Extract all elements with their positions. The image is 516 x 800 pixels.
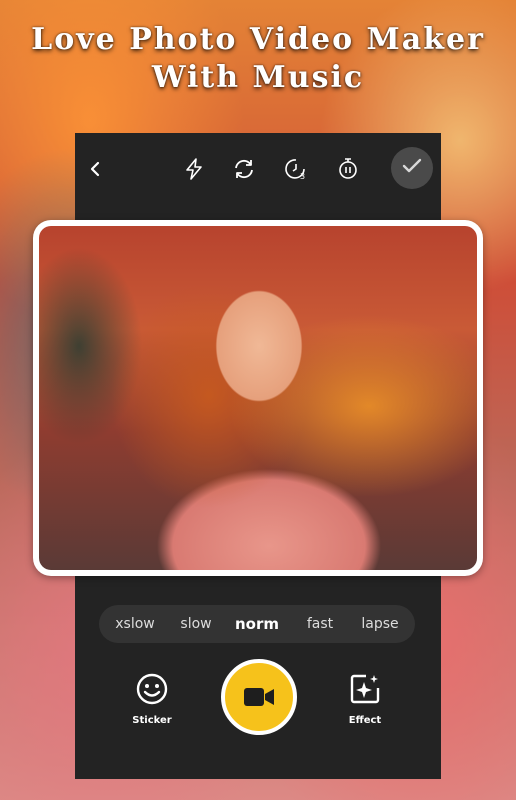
banner-title-line1: Love Photo Video Maker [31,22,485,57]
effect-label: Effect [348,715,382,726]
timer-3-icon[interactable]: 3 [282,155,310,183]
sticker-label: Sticker [132,715,172,726]
camera-toolbar: 3 [75,133,441,205]
svg-text:3: 3 [300,172,305,181]
effect-button[interactable]: Effect [330,673,400,726]
speed-selector: xslow slow norm fast lapse [99,605,415,643]
back-icon[interactable] [81,155,109,183]
record-button[interactable] [221,659,297,735]
confirm-button[interactable] [391,147,433,189]
stopwatch-icon[interactable] [334,155,362,183]
banner-title-line2: With Music [151,60,365,95]
speed-option-fast[interactable]: fast [307,605,333,643]
smiley-icon [136,673,168,705]
speed-option-xslow[interactable]: xslow [115,605,154,643]
switch-camera-icon[interactable] [230,155,258,183]
effect-sparkle-icon [350,674,380,704]
photo-preview-frame [33,220,483,576]
sticker-button[interactable]: Sticker [117,673,187,726]
video-camera-icon [244,688,274,706]
flash-icon[interactable] [180,155,208,183]
speed-option-lapse[interactable]: lapse [361,605,398,643]
speed-option-norm[interactable]: norm [235,605,279,643]
speed-option-slow[interactable]: slow [180,605,211,643]
check-icon [402,158,422,178]
camera-preview-image [39,226,477,570]
